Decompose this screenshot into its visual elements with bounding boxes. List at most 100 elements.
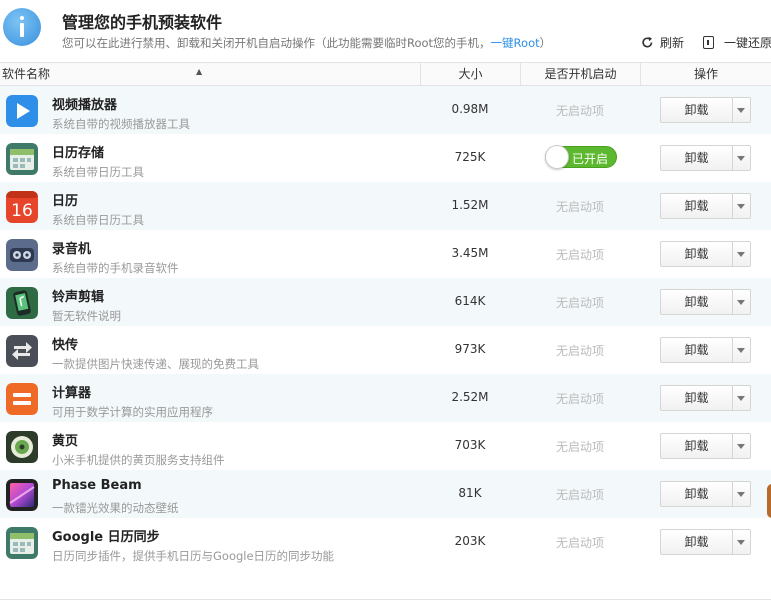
column-header-action: 操作	[640, 63, 771, 86]
app-list: 视频播放器 系统自带的视频播放器工具 0.98M 无启动项 卸载 日历存储 系统…	[0, 86, 771, 566]
app-name: Phase Beam	[52, 478, 142, 493]
uninstall-button[interactable]: 卸载	[661, 194, 733, 218]
chevron-down-icon[interactable]	[733, 338, 750, 362]
app-name: 日历存储	[52, 146, 105, 161]
app-size: 3.45M	[451, 246, 489, 260]
app-name: Google 日历同步	[52, 530, 160, 545]
app-description: 小米手机提供的黄页服务支持组件	[52, 453, 225, 467]
uninstall-button[interactable]: 卸载	[661, 242, 733, 266]
chevron-down-icon[interactable]	[733, 98, 750, 122]
uninstall-button-group: 卸载	[660, 289, 751, 315]
uninstall-button[interactable]: 卸载	[661, 146, 733, 170]
refresh-button[interactable]: 刷新	[641, 34, 684, 51]
table-row: 16 日历 系统自带日历工具 1.52M 无启动项 卸载	[0, 182, 771, 230]
app-name: 视频播放器	[52, 98, 118, 113]
yellow-pages-icon	[6, 431, 38, 463]
boot-status: 无启动项	[555, 296, 604, 310]
table-header: 软件名称 ▲ 大小 是否开机启动 操作	[0, 62, 771, 86]
chevron-down-icon[interactable]	[733, 146, 750, 170]
app-description: 系统自带的手机录音软件	[52, 261, 179, 275]
uninstall-button-group: 卸载	[660, 97, 751, 123]
restore-icon	[703, 36, 714, 49]
table-row: Phase Beam 一款镭光效果的动态壁纸 81K 无启动项 卸载	[0, 470, 771, 518]
uninstall-button-group: 卸载	[660, 385, 751, 411]
chevron-down-icon[interactable]	[733, 194, 750, 218]
sort-arrow-icon[interactable]: ▲	[196, 60, 202, 83]
svg-text:16: 16	[11, 201, 33, 221]
chevron-down-icon[interactable]	[733, 290, 750, 314]
boot-status: 无启动项	[555, 248, 604, 262]
app-size: 81K	[458, 486, 482, 500]
app-name: 日历	[52, 194, 79, 209]
table-row: 视频播放器 系统自带的视频播放器工具 0.98M 无启动项 卸载	[0, 86, 771, 134]
app-description: 系统自带日历工具	[52, 165, 144, 179]
page-subtitle: 您可以在此进行禁用、卸载和关闭开机自启动操作（此功能需要临时Root您的手机，一…	[62, 36, 552, 50]
table-row: 录音机 系统自带的手机录音软件 3.45M 无启动项 卸载	[0, 230, 771, 278]
chevron-down-icon[interactable]	[733, 530, 750, 554]
uninstall-button[interactable]: 卸载	[661, 290, 733, 314]
boot-status: 无启动项	[555, 392, 604, 406]
recorder-icon	[6, 239, 38, 271]
app-name: 快传	[52, 338, 79, 353]
app-size: 703K	[454, 438, 486, 452]
transfer-icon	[6, 335, 38, 367]
column-header-size[interactable]: 大小	[420, 63, 520, 86]
boot-status: 无启动项	[555, 440, 604, 454]
uninstall-button-group: 卸载	[660, 481, 751, 507]
calculator-icon	[6, 383, 38, 415]
uninstall-button[interactable]: 卸载	[661, 434, 733, 458]
video-player-icon	[6, 95, 38, 127]
chevron-down-icon[interactable]	[733, 242, 750, 266]
uninstall-button-group: 卸载	[660, 193, 751, 219]
app-size: 203K	[454, 534, 486, 548]
app-description: 日历同步插件，提供手机日历与Google日历的同步功能	[52, 549, 335, 563]
table-row: 黄页 小米手机提供的黄页服务支持组件 703K 无启动项 卸载	[0, 422, 771, 470]
uninstall-button[interactable]: 卸载	[661, 98, 733, 122]
chevron-down-icon[interactable]	[733, 482, 750, 506]
uninstall-button-group: 卸载	[660, 145, 751, 171]
autostart-toggle[interactable]: 已开启	[545, 145, 617, 169]
chevron-down-icon[interactable]	[733, 386, 750, 410]
uninstall-button[interactable]: 卸载	[661, 482, 733, 506]
refresh-icon	[642, 36, 653, 48]
uninstall-button-group: 卸载	[660, 241, 751, 267]
ringtone-icon	[6, 287, 38, 319]
boot-status: 无启动项	[555, 344, 604, 358]
app-name: 计算器	[52, 386, 92, 401]
uninstall-button[interactable]: 卸载	[661, 386, 733, 410]
uninstall-button-group: 卸载	[660, 433, 751, 459]
google-calendar-sync-icon	[6, 527, 38, 559]
app-size: 1.52M	[451, 198, 489, 212]
boot-status: 无启动项	[555, 104, 604, 118]
app-description: 一款镭光效果的动态壁纸	[52, 501, 179, 515]
phase-beam-icon	[6, 479, 38, 511]
toggle-label: 已开启	[572, 152, 609, 166]
app-description: 系统自带的视频播放器工具	[52, 117, 190, 131]
table-row: Google 日历同步 日历同步插件，提供手机日历与Google日历的同步功能 …	[0, 518, 771, 566]
boot-status: 无启动项	[555, 536, 604, 550]
side-tab-handle[interactable]	[767, 484, 771, 518]
calendar-storage-icon	[6, 143, 38, 175]
app-description: 暂无软件说明	[52, 309, 121, 323]
app-size: 725K	[454, 150, 486, 164]
table-row: 计算器 可用于数学计算的实用应用程序 2.52M 无启动项 卸载	[0, 374, 771, 422]
app-description: 一款提供图片快速传递、展现的免费工具	[52, 357, 259, 371]
calendar-icon: 16	[6, 191, 38, 223]
page-header: 管理您的手机预装软件 您可以在此进行禁用、卸载和关闭开机自启动操作（此功能需要临…	[0, 0, 771, 62]
boot-status: 无启动项	[555, 200, 604, 214]
app-description: 可用于数学计算的实用应用程序	[52, 405, 213, 419]
app-name: 铃声剪辑	[52, 290, 105, 305]
uninstall-button[interactable]: 卸载	[661, 338, 733, 362]
app-size: 614K	[454, 294, 486, 308]
chevron-down-icon[interactable]	[733, 434, 750, 458]
divider	[0, 599, 771, 600]
uninstall-button[interactable]: 卸载	[661, 530, 733, 554]
one-click-root-link[interactable]: 一键Root	[491, 36, 540, 50]
app-size: 973K	[454, 342, 486, 356]
page-title: 管理您的手机预装软件	[62, 13, 223, 32]
table-row: 快传 一款提供图片快速传递、展现的免费工具 973K 无启动项 卸载	[0, 326, 771, 374]
column-header-boot[interactable]: 是否开机启动	[520, 63, 640, 86]
column-header-name[interactable]: 软件名称	[2, 63, 50, 86]
restore-button[interactable]: 一键还原	[703, 34, 771, 51]
app-size: 2.52M	[451, 390, 489, 404]
